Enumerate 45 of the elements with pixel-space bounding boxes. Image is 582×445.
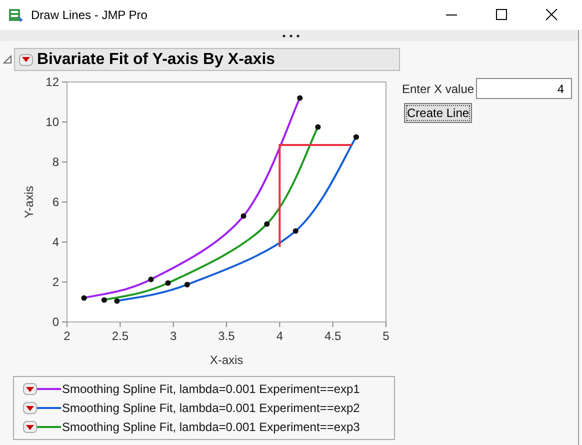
y-tick-label: 10 bbox=[46, 115, 59, 129]
close-icon[interactable] bbox=[546, 9, 558, 21]
dropdown-icon[interactable] bbox=[19, 54, 33, 66]
data-point bbox=[315, 124, 321, 130]
data-point bbox=[264, 221, 270, 227]
y-tick-label: 4 bbox=[52, 235, 59, 249]
data-point bbox=[292, 228, 298, 234]
dropdown-icon[interactable] bbox=[23, 421, 37, 433]
x-value-field[interactable]: 4 bbox=[476, 78, 572, 99]
y-tick-label: 0 bbox=[52, 315, 59, 329]
x-tick-label: 5 bbox=[382, 329, 390, 343]
data-point bbox=[101, 297, 108, 303]
data-point bbox=[297, 95, 303, 101]
y-tick-label: 2 bbox=[52, 275, 59, 289]
data-point bbox=[240, 213, 246, 219]
dropdown-icon[interactable] bbox=[23, 402, 37, 414]
y-axis-title: Y-axis bbox=[22, 186, 36, 218]
disclosure-icon[interactable] bbox=[3, 55, 12, 64]
x-tick-label: 2 bbox=[64, 329, 70, 343]
maximize-icon[interactable] bbox=[496, 9, 508, 21]
x-axis-title: X-axis bbox=[210, 353, 244, 367]
more-icon[interactable] bbox=[282, 34, 300, 38]
y-tick-label: 8 bbox=[52, 155, 59, 169]
x-tick-label: 3 bbox=[170, 329, 177, 343]
create-line-button[interactable]: Create Line bbox=[404, 103, 472, 123]
y-tick-label: 12 bbox=[46, 75, 59, 89]
report-title: Bivariate Fit of Y-axis By X-axis bbox=[37, 50, 276, 70]
x-tick-label: 3.5 bbox=[218, 329, 235, 343]
y-tick-label: 6 bbox=[52, 195, 59, 209]
data-point bbox=[81, 295, 87, 301]
data-point bbox=[353, 134, 360, 140]
input-label: Enter X value bbox=[402, 80, 474, 98]
dropdown-icon[interactable] bbox=[23, 383, 37, 395]
data-point bbox=[184, 282, 190, 288]
data-point bbox=[114, 298, 120, 304]
legend-label: Smoothing Spline Fit, lambda=0.001 Experiment==exp3 bbox=[62, 419, 360, 436]
legend-label: Smoothing Spline Fit, lambda=0.001 Experiment==exp1 bbox=[62, 381, 360, 398]
window-title: Draw Lines - JMP Pro bbox=[31, 7, 148, 24]
data-point bbox=[165, 280, 171, 286]
data-point bbox=[148, 276, 154, 282]
app-icon bbox=[8, 7, 24, 23]
x-tick-label: 2.5 bbox=[112, 329, 128, 343]
legend-label: Smoothing Spline Fit, lambda=0.001 Experiment==exp2 bbox=[62, 400, 360, 417]
x-tick-label: 4.5 bbox=[324, 329, 342, 343]
x-tick-label: 4 bbox=[276, 329, 283, 343]
